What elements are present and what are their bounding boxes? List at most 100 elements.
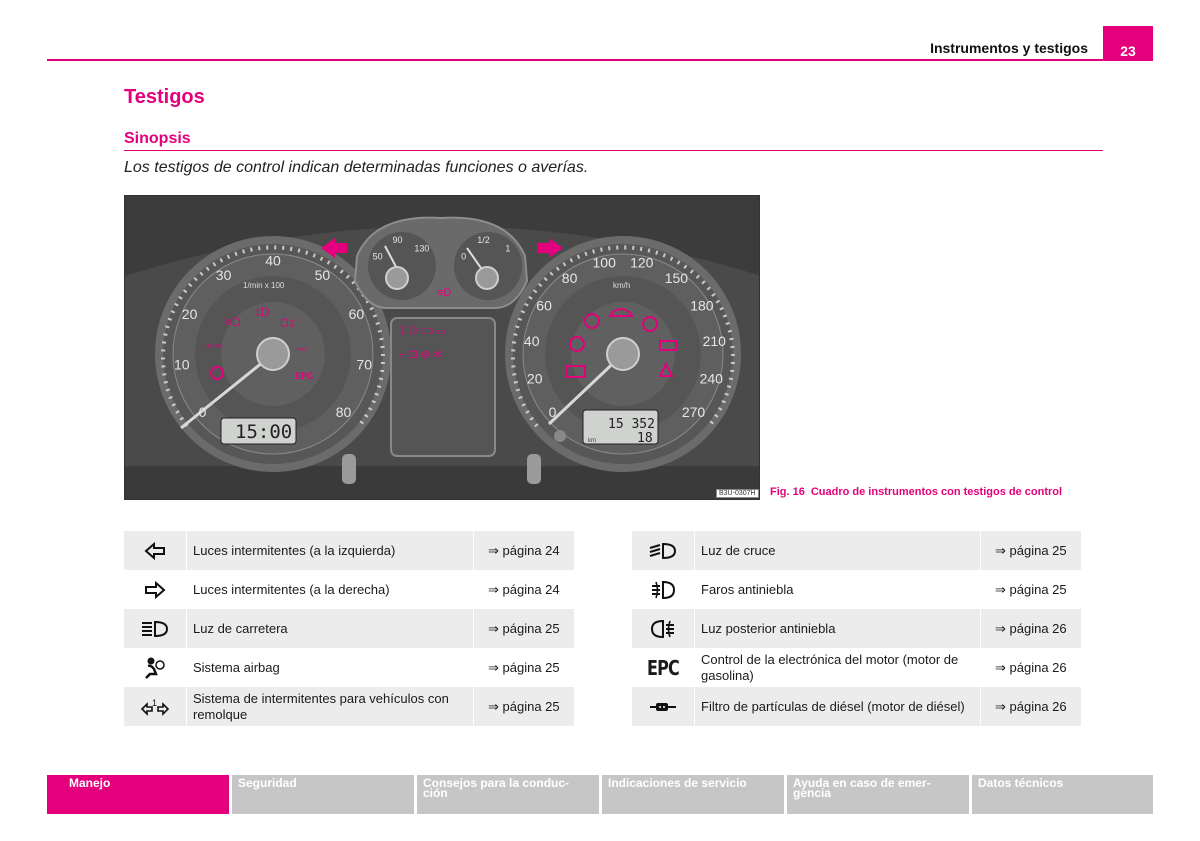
footer-nav: Manejo Seguridad Consejos para la conduc- … (47, 775, 1153, 814)
svg-text:≡D: ≡D (437, 287, 451, 299)
indicator-description: Luces intermitentes (a la derecha) (186, 570, 474, 609)
epc-icon-text: EPC (647, 655, 680, 680)
gauge-tick-label: 90 (392, 235, 402, 245)
svg-text:⇦⇨: ⇦⇨ (206, 341, 223, 352)
airbag-icon (124, 648, 187, 687)
trip-display: 18 (637, 431, 653, 446)
gauge-tick-label: 50 (315, 267, 331, 283)
indicator-description: Luz posterior antiniebla (694, 609, 981, 648)
indicator-table-right: Luz de cruce ⇒ página 25 Faros antiniebla ⇒… (632, 531, 1081, 726)
page-number: 23 (1103, 26, 1153, 61)
svg-text:≡D: ≡D (225, 315, 241, 329)
gauge-tick-label: 240 (700, 371, 724, 387)
low-beam-icon (632, 531, 695, 570)
gauge-tick-label: 60 (536, 297, 552, 313)
running-header-title: Instrumentos y testigos (930, 40, 1088, 56)
page-reference[interactable]: ⇒ página 25 (980, 531, 1081, 570)
gauge-tick-label: 20 (182, 306, 198, 322)
instrument-cluster-illustration: 01020304050607080 1/min x 100 15:00 ≡D ‡… (125, 196, 759, 499)
odometer-display: 15 352 (608, 417, 655, 432)
indicator-description: Luces intermitentes (a la izquierda) (186, 531, 474, 570)
table-row: Luz de carretera ⇒ página 25 (124, 609, 574, 648)
center-gauges: ≡D (353, 216, 529, 309)
gauge-tick-label: 270 (682, 404, 706, 420)
indicator-description: Luz de cruce (694, 531, 981, 570)
figure-code: B3U-0307H (716, 489, 759, 498)
section-title: Testigos (124, 86, 205, 108)
gauge-tick-label: 0 (461, 251, 466, 261)
page-reference[interactable]: ⇒ página 25 (473, 687, 574, 726)
gauge-tick-label: 1 (505, 244, 510, 254)
gauge-tick-label: 50 (373, 251, 383, 261)
gauge-tick-label: 70 (356, 357, 372, 373)
rear-fog-icon (632, 609, 695, 648)
clock-display: 15:00 (235, 421, 292, 443)
svg-text:⌶ ◎ ⊂⊃ ▭: ⌶ ◎ ⊂⊃ ▭ (399, 325, 445, 337)
page-reference[interactable]: ⇒ página 26 (980, 609, 1081, 648)
page-reference[interactable]: ⇒ página 25 (981, 570, 1082, 609)
speedometer (505, 236, 741, 472)
gauge-tick-label: 1/2 (477, 235, 490, 245)
footer-tab[interactable]: Ayuda en caso de emer- gencia (787, 775, 972, 814)
epc-warning-light: EPC (295, 371, 314, 381)
turn-right-icon (124, 570, 187, 609)
svg-text:‡D: ‡D (254, 305, 270, 319)
indicator-table-left: Luces intermitentes (a la izquierda) ⇒ pá… (124, 531, 574, 726)
svg-text:⌐ ⊡ ⊛ ✲: ⌐ ⊡ ⊛ ✲ (399, 349, 442, 361)
indicator-description: Filtro de partículas de diésel (motor de… (694, 687, 981, 726)
page-reference[interactable]: ⇒ página 25 (473, 609, 574, 648)
trailer-turn-icon: 1 (124, 687, 187, 726)
page-reference[interactable]: ⇒ página 26 (980, 687, 1081, 726)
high-beam-icon (124, 609, 187, 648)
gauge-tick-label: 100 (593, 255, 617, 271)
svg-text:≈≈: ≈≈ (297, 344, 307, 354)
subsection-rule (124, 150, 1103, 151)
svg-text:1: 1 (152, 698, 157, 708)
table-row: Filtro de partículas de diésel (motor de… (632, 687, 1081, 726)
intro-text: Los testigos de control indican determin… (124, 159, 589, 176)
table-row: EPC Control de la electrónica del motor (… (632, 648, 1081, 687)
gauge-tick-label: 60 (349, 306, 365, 322)
indicator-description: Sistema airbag (186, 648, 474, 687)
table-row: Luces intermitentes (a la izquierda) ⇒ pá… (124, 531, 574, 570)
gauge-tick-label: 10 (174, 357, 190, 373)
epc-icon: EPC (632, 648, 695, 687)
gauge-tick-label: 40 (524, 333, 540, 349)
indicator-description: Sistema de intermitentes para vehículos … (186, 687, 474, 726)
footer-tab[interactable]: Seguridad (232, 775, 417, 814)
tach-unit-label: 1/min x 100 (243, 281, 285, 290)
footer-tab[interactable]: Datos técnicos (972, 775, 1153, 814)
gauge-tick-label: 80 (562, 270, 578, 286)
indicator-description: Luz de carretera (186, 609, 474, 648)
page-reference[interactable]: ⇒ página 26 (981, 648, 1082, 687)
gauge-tick-label: 40 (265, 253, 281, 269)
footer-tab[interactable]: Consejos para la conduc- ción (417, 775, 602, 814)
svg-text:D‡: D‡ (280, 316, 295, 330)
footer-tab[interactable]: Indicaciones de servicio (602, 775, 787, 814)
gauge-tick-label: 80 (336, 404, 352, 420)
page-reference[interactable]: ⇒ página 24 (474, 570, 575, 609)
page-reference[interactable]: ⇒ página 24 (473, 531, 574, 570)
indicator-description: Control de la electrónica del motor (mot… (694, 648, 981, 687)
gauge-tick-label: 0 (549, 404, 557, 420)
front-fog-icon (632, 570, 695, 609)
speed-unit-label: km/h (613, 281, 630, 290)
gauge-tick-label: 0 (199, 404, 207, 420)
gauge-tick-label: 130 (414, 244, 429, 254)
table-row: Luces intermitentes (a la derecha) ⇒ pági… (124, 570, 574, 609)
instrument-cluster-figure: 0 10 20 30 40 50 60 70 80 1/min x 100 15:00 ≡D ‡… (124, 195, 760, 500)
gauge-tick-label: 30 (216, 267, 232, 283)
table-row: Faros antiniebla ⇒ página 25 (632, 570, 1081, 609)
figure-caption-text: Cuadro de instrumentos con testigos de c… (810, 486, 1063, 498)
trip-unit: km (588, 438, 596, 444)
indicator-description: Faros antiniebla (694, 570, 981, 609)
footer-tab[interactable]: Manejo (47, 775, 232, 814)
gauge-tick-label: 150 (665, 270, 689, 286)
turn-left-icon (124, 531, 187, 570)
gauge-tick-label: 20 (527, 371, 543, 387)
figure-number: Fig. 16 (770, 486, 805, 498)
page-reference[interactable]: ⇒ página 25 (474, 648, 575, 687)
table-row: Luz posterior antiniebla ⇒ página 26 (632, 609, 1081, 648)
table-row: 1 Sistema de intermitentes para vehículos… (124, 687, 574, 726)
dpf-icon (632, 687, 695, 726)
